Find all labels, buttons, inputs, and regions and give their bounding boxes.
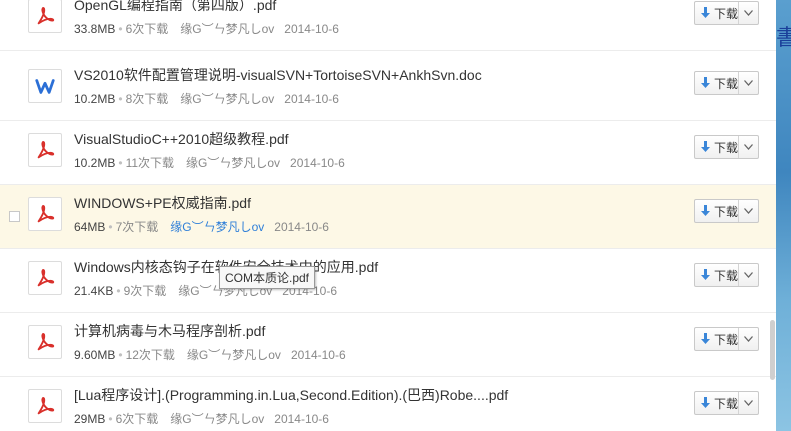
download-button[interactable]: 下载	[694, 391, 759, 415]
file-size: 33.8MB	[74, 22, 116, 36]
file-row-hovered[interactable]: WINDOWS+PE权威指南.pdf 64MB • 7次下载 缘G︶ㄣ梦凡しov 201…	[0, 185, 776, 249]
uploader-link[interactable]: 缘G︶ㄣ梦凡しov	[180, 92, 274, 106]
download-button[interactable]: 下载	[694, 263, 759, 287]
file-name[interactable]: [Lua程序设计].(Programming.in.Lua,Second.Edi…	[74, 385, 508, 405]
download-button[interactable]: 下载	[694, 327, 759, 351]
uploader-link[interactable]: 缘G︶ㄣ梦凡しov	[186, 156, 280, 170]
download-label: 下载	[714, 396, 739, 411]
download-count: 12次下载	[125, 348, 175, 362]
download-dropdown[interactable]	[738, 392, 758, 414]
pdf-file-icon	[28, 197, 62, 231]
file-name[interactable]: WINDOWS+PE权威指南.pdf	[74, 193, 251, 213]
file-name[interactable]: OpenGL编程指南（第四版）.pdf	[74, 0, 276, 15]
download-main[interactable]: 下载	[695, 136, 738, 158]
chevron-down-icon	[744, 144, 754, 150]
uploader-link[interactable]: 缘G︶ㄣ梦凡しov	[170, 412, 264, 426]
pdf-file-icon	[28, 389, 62, 423]
download-arrow-icon	[701, 333, 710, 344]
file-name[interactable]: 计算机病毒与木马程序剖析.pdf	[74, 321, 265, 341]
pdf-file-icon	[28, 133, 62, 167]
download-label: 下载	[714, 268, 739, 283]
download-dropdown[interactable]	[738, 72, 758, 94]
file-size: 10.2MB	[74, 92, 116, 106]
chevron-down-icon	[744, 336, 754, 342]
uploader-link[interactable]: 缘G︶ㄣ梦凡しov	[187, 348, 281, 362]
upload-date: 2014-10-6	[290, 156, 345, 170]
file-size: 29MB	[74, 412, 106, 426]
file-meta: 10.2MB • 11次下载 缘G︶ㄣ梦凡しov 2014-10-6	[74, 156, 345, 170]
file-row[interactable]: VisualStudioC++2010超级教程.pdf 10.2MB • 11次下载…	[0, 121, 776, 185]
file-size: 21.4KB	[74, 284, 114, 298]
download-main[interactable]: 下载	[695, 328, 738, 350]
row-checkbox[interactable]	[9, 211, 20, 222]
file-name[interactable]: VS2010软件配置管理说明-visualSVN+TortoiseSVN+Ank…	[74, 65, 482, 85]
file-meta: 9.60MB • 12次下载 缘G︶ㄣ梦凡しov 2014-10-6	[74, 348, 346, 362]
download-dropdown[interactable]	[738, 200, 758, 222]
file-row[interactable]: VS2010软件配置管理说明-visualSVN+TortoiseSVN+Ank…	[0, 57, 776, 121]
download-arrow-icon	[701, 77, 710, 88]
download-count: 11次下载	[125, 156, 175, 170]
download-label: 下载	[714, 332, 739, 347]
download-label: 下载	[714, 204, 739, 219]
file-size: 10.2MB	[74, 156, 116, 170]
download-dropdown[interactable]	[738, 328, 758, 350]
upload-date: 2014-10-6	[284, 92, 339, 106]
download-dropdown[interactable]	[738, 136, 758, 158]
download-count: 6次下载	[125, 22, 169, 36]
download-arrow-icon	[701, 269, 710, 280]
tooltip: COM本质论.pdf	[219, 266, 316, 289]
download-arrow-icon	[701, 397, 710, 408]
download-button[interactable]: 下载	[694, 71, 759, 95]
download-main[interactable]: 下载	[695, 392, 738, 414]
file-meta: 33.8MB • 6次下载 缘G︶ㄣ梦凡しov 2014-10-6	[74, 22, 339, 36]
file-row[interactable]: 计算机病毒与木马程序剖析.pdf 9.60MB • 12次下载 缘G︶ㄣ梦凡しov 20…	[0, 313, 776, 377]
scrollbar-thumb[interactable]	[770, 320, 775, 380]
file-size: 64MB	[74, 220, 106, 234]
download-arrow-icon	[701, 141, 710, 152]
chevron-down-icon	[744, 80, 754, 86]
file-name[interactable]: VisualStudioC++2010超级教程.pdf	[74, 129, 289, 149]
chevron-down-icon	[744, 10, 754, 16]
download-button[interactable]: 下载	[694, 135, 759, 159]
file-row[interactable]: Windows内核态钩子在软件安全技术中的应用.pdf 21.4KB•9次下载缘…	[0, 249, 776, 313]
upload-date: 2014-10-6	[274, 220, 329, 234]
download-label: 下载	[714, 6, 739, 21]
download-label: 下载	[714, 76, 739, 91]
word-file-icon	[28, 69, 62, 103]
download-main[interactable]: 下载	[695, 264, 738, 286]
download-button[interactable]: 下载	[694, 1, 759, 25]
file-row[interactable]: OpenGL编程指南（第四版）.pdf 33.8MB • 6次下载 缘G︶ㄣ梦凡しov…	[0, 0, 776, 51]
chevron-down-icon	[744, 208, 754, 214]
download-main[interactable]: 下载	[695, 72, 738, 94]
pdf-file-icon	[28, 0, 62, 33]
chevron-down-icon	[744, 272, 754, 278]
upload-date: 2014-10-6	[284, 22, 339, 36]
uploader-link[interactable]: 缘G︶ㄣ梦凡しov	[180, 22, 274, 36]
download-arrow-icon	[701, 205, 710, 216]
file-size: 9.60MB	[74, 348, 116, 362]
download-count: 9次下载	[123, 284, 167, 298]
file-meta: 64MB • 7次下载 缘G︶ㄣ梦凡しov 2014-10-6	[74, 220, 329, 234]
background-decoration: 書	[776, 26, 791, 51]
chevron-down-icon	[744, 400, 754, 406]
download-count: 6次下载	[115, 412, 159, 426]
download-count: 8次下载	[125, 92, 169, 106]
download-count: 7次下载	[115, 220, 159, 234]
download-main[interactable]: 下载	[695, 2, 738, 24]
download-dropdown[interactable]	[738, 264, 758, 286]
file-meta: 10.2MB • 8次下载 缘G︶ㄣ梦凡しov 2014-10-6	[74, 92, 339, 106]
download-arrow-icon	[701, 7, 710, 18]
upload-date: 2014-10-6	[290, 348, 346, 362]
uploader-link[interactable]: 缘G︶ㄣ梦凡しov	[170, 220, 264, 234]
file-row[interactable]: [Lua程序设计].(Programming.in.Lua,Second.Edi…	[0, 377, 776, 431]
download-dropdown[interactable]	[738, 2, 758, 24]
download-label: 下载	[714, 140, 739, 155]
file-meta: 29MB • 6次下载 缘G︶ㄣ梦凡しov 2014-10-6	[74, 412, 329, 426]
download-button[interactable]: 下载	[694, 199, 759, 223]
pdf-file-icon	[28, 325, 62, 359]
file-list: OpenGL编程指南（第四版）.pdf 33.8MB • 6次下载 缘G︶ㄣ梦凡しov…	[0, 0, 776, 431]
upload-date: 2014-10-6	[274, 412, 329, 426]
pdf-file-icon	[28, 261, 62, 295]
download-main[interactable]: 下载	[695, 200, 738, 222]
